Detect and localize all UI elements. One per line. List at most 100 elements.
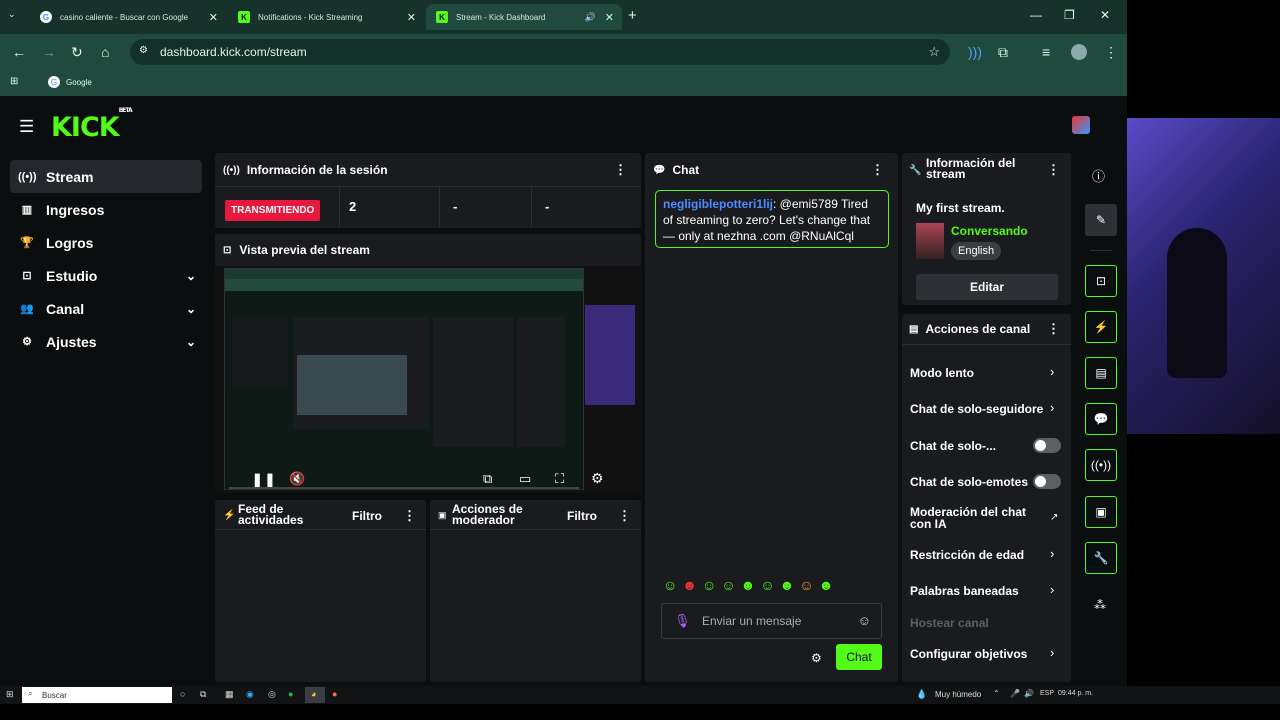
chat-bubble-icon[interactable]: 💬: [1085, 403, 1117, 435]
user-avatar[interactable]: [1072, 116, 1090, 134]
chat-input[interactable]: 🎙 Enviar un mensaje ☺: [661, 603, 882, 639]
notes-icon[interactable]: ▤: [1085, 357, 1117, 389]
weather-text[interactable]: Muy húmedo: [935, 690, 981, 699]
emote-icon[interactable]: ☺: [799, 577, 813, 593]
kebab-menu-icon[interactable]: ⋮: [871, 162, 884, 178]
sidebar-item-estudio[interactable]: ⊡ Estudio ⌄: [10, 259, 202, 292]
maximize-icon[interactable]: ❐: [1064, 8, 1075, 22]
sidebar-item-stream[interactable]: ((•)) Stream: [10, 160, 202, 193]
settings-gear-icon[interactable]: ⚙: [591, 470, 604, 487]
address-bar[interactable]: ⚙ dashboard.kick.com/stream ☆: [130, 39, 950, 65]
language-indicator[interactable]: ESP: [1040, 690, 1054, 697]
emote-icon[interactable]: ☻: [682, 577, 697, 593]
kebab-menu-icon[interactable]: ⋮: [403, 508, 416, 524]
edge-icon[interactable]: ◉: [246, 689, 254, 700]
mute-icon[interactable]: 🔇: [289, 471, 305, 487]
filter-button[interactable]: Filtro: [352, 509, 382, 523]
volume-icon[interactable]: 🔊: [1024, 689, 1034, 698]
chat-username[interactable]: negligiblepotteri1lij: [663, 197, 773, 211]
kebab-menu-icon[interactable]: ⋮: [618, 508, 631, 524]
wrench-icon[interactable]: 🔧: [1085, 542, 1117, 574]
edit-button[interactable]: Editar: [916, 274, 1058, 300]
taskbar-app-icon[interactable]: ▦: [225, 689, 234, 700]
forward-icon[interactable]: →: [42, 44, 56, 60]
cortana-icon[interactable]: ○: [180, 689, 185, 699]
new-tab-icon[interactable]: +: [628, 7, 637, 24]
followers-only-row[interactable]: Chat de solo-seguidore: [910, 402, 1043, 416]
chevron-right-icon[interactable]: ›: [1050, 582, 1054, 597]
microphone-icon[interactable]: 🎤: [1010, 689, 1020, 698]
tray-chevron-icon[interactable]: ⌃: [993, 689, 1000, 698]
chat-message[interactable]: negligiblepotteri1lij: @emi5789 Tired of…: [655, 190, 889, 248]
firefox-icon[interactable]: ●: [332, 689, 337, 699]
hamburger-menu-icon[interactable]: ☰: [19, 117, 34, 137]
preview-toggle-icon[interactable]: ⊡: [1085, 265, 1117, 297]
emote-icon[interactable]: ☺: [663, 577, 677, 593]
chevron-right-icon[interactable]: ›: [1050, 645, 1054, 660]
chat-settings-icon[interactable]: ⚙: [811, 651, 822, 665]
age-restriction-row[interactable]: Restricción de edad: [910, 548, 1024, 562]
widgets-icon[interactable]: ⁂: [1094, 598, 1106, 612]
tab-list-icon[interactable]: ⌄: [8, 9, 16, 20]
extensions-icon[interactable]: ⧉: [998, 44, 1008, 61]
emote-icon[interactable]: ☻: [741, 577, 756, 593]
bookmark-star-icon[interactable]: ☆: [928, 44, 940, 60]
subs-only-row[interactable]: Chat de solo-...: [910, 439, 996, 453]
window-close-icon[interactable]: ✕: [1100, 8, 1110, 22]
subs-only-toggle[interactable]: [1033, 438, 1061, 453]
banned-words-row[interactable]: Palabras baneadas: [910, 584, 1019, 598]
emoji-icon[interactable]: ☺: [858, 613, 871, 628]
home-icon[interactable]: ⌂: [101, 44, 109, 60]
host-channel-row[interactable]: Hostear canal: [910, 616, 989, 630]
broadcast-icon[interactable]: ((•)): [1085, 449, 1117, 481]
theater-mode-icon[interactable]: ▭: [519, 471, 531, 487]
extension-wave-icon[interactable]: ))): [968, 44, 982, 60]
close-icon[interactable]: ✕: [605, 11, 614, 24]
sidebar-item-canal[interactable]: 👥 Canal ⌄: [10, 292, 202, 325]
sidebar-item-ingresos[interactable]: ▥ Ingresos: [10, 193, 202, 226]
media-icon[interactable]: ≡: [1042, 44, 1050, 60]
emote-icon[interactable]: ☻: [819, 577, 834, 593]
taskbar-app-icon[interactable]: ◎: [268, 689, 276, 700]
clock[interactable]: 09:44 p. m.: [1058, 690, 1093, 697]
emote-icon[interactable]: ☺: [702, 577, 716, 593]
slow-mode-row[interactable]: Modo lento: [910, 366, 974, 380]
reload-icon[interactable]: ↻: [71, 44, 83, 61]
external-link-icon[interactable]: ↗: [1050, 512, 1058, 523]
fullscreen-icon[interactable]: ⛶: [555, 471, 564, 487]
emote-icon[interactable]: ☺: [721, 577, 735, 593]
kebab-menu-icon[interactable]: ⋮: [1047, 321, 1060, 337]
tab-stream-dashboard[interactable]: K Stream - Kick Dashboard 🔊 ✕: [426, 4, 622, 30]
emotes-only-row[interactable]: Chat de solo-emotes: [910, 475, 1028, 489]
bookmark-google[interactable]: G Google: [48, 76, 92, 88]
emote-icon[interactable]: ☺: [760, 577, 774, 593]
tab-notifications[interactable]: K Notifications - Kick Streaming ✕: [228, 4, 424, 30]
close-icon[interactable]: ✕: [407, 11, 416, 24]
channel-actions-icon[interactable]: ▣: [1085, 496, 1117, 528]
category-thumbnail[interactable]: [916, 223, 944, 259]
emotes-only-toggle[interactable]: [1033, 474, 1061, 489]
send-chat-button[interactable]: Chat: [836, 644, 882, 670]
kebab-menu-icon[interactable]: ⋮: [1047, 162, 1060, 178]
chevron-right-icon[interactable]: ›: [1050, 400, 1054, 415]
ai-moderation-row[interactable]: Moderación del chat con IA: [910, 506, 1035, 530]
info-icon[interactable]: ⓘ: [1092, 166, 1105, 185]
menu-dots-icon[interactable]: ⋮: [1104, 44, 1118, 61]
microphone-icon[interactable]: 🎙: [674, 613, 691, 629]
chevron-right-icon[interactable]: ›: [1050, 364, 1054, 379]
minimize-icon[interactable]: —: [1030, 8, 1042, 22]
emote-icon[interactable]: ☻: [780, 577, 795, 593]
profile-avatar[interactable]: [1071, 44, 1087, 60]
task-view-icon[interactable]: ⧉: [200, 689, 206, 700]
sidebar-item-logros[interactable]: 🏆 Logros: [10, 226, 202, 259]
kebab-menu-icon[interactable]: ⋮: [614, 162, 627, 178]
close-icon[interactable]: ✕: [209, 11, 218, 24]
edit-pencil-icon[interactable]: ✎: [1085, 204, 1117, 236]
back-icon[interactable]: ←: [12, 44, 26, 60]
chevron-right-icon[interactable]: ›: [1050, 546, 1054, 561]
windows-start-icon[interactable]: ⊞: [6, 689, 14, 700]
category-name[interactable]: Conversando: [951, 224, 1028, 238]
apps-grid-icon[interactable]: ⊞: [10, 76, 18, 87]
filter-button[interactable]: Filtro: [567, 509, 597, 523]
picture-in-picture-icon[interactable]: ⧉: [483, 471, 492, 487]
